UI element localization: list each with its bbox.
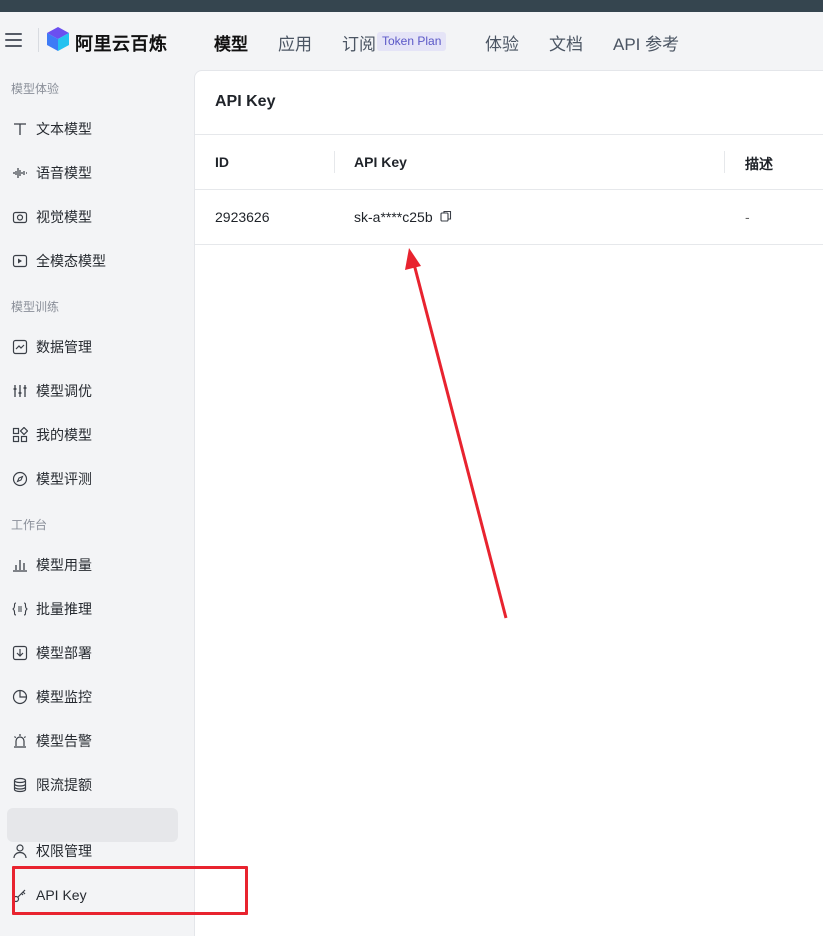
- sidebar-section-title: 模型体验: [11, 82, 60, 96]
- sidebar-item-model-tuning[interactable]: 模型调优: [11, 381, 92, 401]
- sidebar-item-my-models[interactable]: 我的模型: [11, 425, 92, 445]
- column-divider: [334, 151, 335, 173]
- download-box-icon: [11, 644, 29, 662]
- grid-icon: [11, 426, 29, 444]
- cell-id: 2923626: [215, 209, 270, 225]
- sidebar-item-label: 模型监控: [36, 689, 92, 705]
- alarm-icon: [11, 732, 29, 750]
- sidebar-item-label: 模型调优: [36, 383, 92, 399]
- nav-tab-docs[interactable]: 文档: [549, 30, 583, 55]
- sidebar-section-title: 工作台: [11, 518, 48, 532]
- row-divider: [195, 244, 823, 245]
- sidebar-item-batch-inference[interactable]: 批量推理: [11, 599, 92, 619]
- sidebar-item-model-alerts[interactable]: 模型告警: [11, 731, 92, 751]
- sidebar-item-speech-model[interactable]: 语音模型: [11, 163, 92, 183]
- sidebar-section-title: 模型训练: [11, 300, 60, 314]
- token-plan-badge[interactable]: Token Plan: [377, 32, 447, 51]
- brand-name[interactable]: 阿里云百炼: [75, 30, 168, 56]
- annotation-highlight-box: [12, 866, 248, 915]
- sidebar-item-label: 语音模型: [36, 165, 92, 181]
- cell-description: -: [745, 209, 750, 225]
- nav-tab-api-reference[interactable]: API 参考: [613, 30, 679, 55]
- bar-chart-icon: [11, 556, 29, 574]
- compass-icon: [11, 470, 29, 488]
- sidebar-item-label: 权限管理: [36, 843, 92, 859]
- sidebar-item-model-usage[interactable]: 模型用量: [11, 555, 92, 575]
- sidebar-item-label: 模型评测: [36, 471, 92, 487]
- divider: [195, 134, 823, 135]
- sidebar: [0, 70, 194, 936]
- sidebar-item-label: 模型部署: [36, 645, 92, 661]
- chart-icon: [11, 338, 29, 356]
- column-header-id: ID: [215, 154, 229, 170]
- sidebar-item-rate-limit[interactable]: 限流提额: [11, 775, 92, 795]
- hamburger-menu-icon[interactable]: [5, 33, 22, 47]
- nav-tab-subscribe[interactable]: 订阅: [342, 30, 376, 55]
- sidebar-item-label: 我的模型: [36, 427, 92, 443]
- sidebar-item-omni-model[interactable]: 全模态模型: [11, 251, 106, 271]
- header-divider: [38, 28, 39, 52]
- sidebar-item-label: 全模态模型: [36, 253, 106, 269]
- sidebar-item-label: 限流提额: [36, 777, 92, 793]
- page-title: API Key: [215, 93, 276, 110]
- sidebar-item-label: 模型告警: [36, 733, 92, 749]
- top-header: 阿里云百炼 模型 应用 订阅 Token Plan 体验 文档 API 参考: [0, 12, 823, 70]
- cell-api-key: sk-a****c25b: [354, 209, 433, 225]
- sidebar-item-model-deployment[interactable]: 模型部署: [11, 643, 92, 663]
- column-header-description: 描述: [745, 156, 773, 172]
- bailian-logo-icon[interactable]: [47, 27, 69, 51]
- user-icon: [11, 842, 29, 860]
- sidebar-item-vision-model[interactable]: 视觉模型: [11, 207, 92, 227]
- media-icon: [11, 252, 29, 270]
- sidebar-item-label: 视觉模型: [36, 209, 92, 225]
- sidebar-item-label: 模型用量: [36, 557, 92, 573]
- main-content: API Key ID API Key 描述 2923626 sk-a****c2…: [194, 70, 823, 936]
- header-divider: [195, 189, 823, 190]
- sidebar-item-label: 文本模型: [36, 121, 92, 137]
- sidebar-item-label: 批量推理: [36, 601, 92, 617]
- copy-icon[interactable]: [440, 210, 452, 222]
- sidebar-item-permissions[interactable]: 权限管理: [11, 841, 92, 861]
- text-icon: [11, 120, 29, 138]
- pie-icon: [11, 688, 29, 706]
- sidebar-item-model-evaluation[interactable]: 模型评测: [11, 469, 92, 489]
- sidebar-item-label: 数据管理: [36, 339, 92, 355]
- waveform-icon: [11, 164, 29, 182]
- camera-icon: [11, 208, 29, 226]
- nav-tab-models[interactable]: 模型: [214, 30, 248, 55]
- column-header-api-key: API Key: [354, 154, 407, 170]
- column-divider: [724, 151, 725, 173]
- braces-icon: [11, 600, 29, 618]
- sidebar-item-text-model[interactable]: 文本模型: [11, 119, 92, 139]
- sidebar-item-data-management[interactable]: 数据管理: [11, 337, 92, 357]
- nav-tab-experience[interactable]: 体验: [485, 30, 519, 55]
- sidebar-item-api-key-active-bg[interactable]: [7, 808, 178, 842]
- browser-toolbar-strip: [0, 0, 823, 12]
- sliders-icon: [11, 382, 29, 400]
- database-icon: [11, 776, 29, 794]
- sidebar-item-model-monitoring[interactable]: 模型监控: [11, 687, 92, 707]
- nav-tab-apps[interactable]: 应用: [278, 30, 312, 55]
